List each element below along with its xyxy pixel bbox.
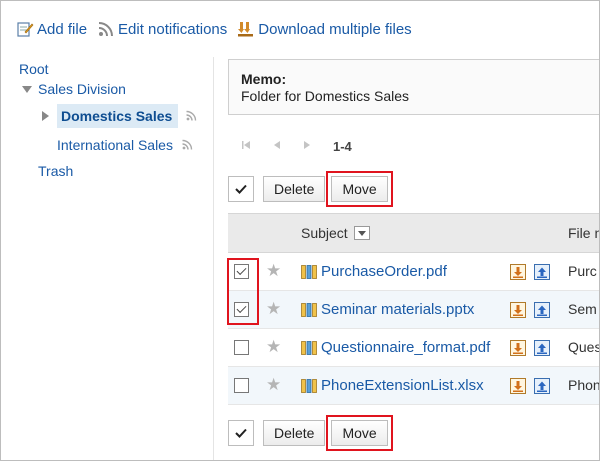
next-page-icon[interactable] — [303, 139, 311, 153]
table-row: ★ Questionnaire_format.pdf Ques — [228, 329, 600, 367]
add-file-icon — [15, 19, 35, 39]
file-icon — [301, 264, 318, 280]
update-upload-icon[interactable] — [534, 378, 550, 394]
add-file-label: Add file — [37, 20, 88, 38]
edit-notifications-link[interactable]: Edit notifications — [96, 19, 227, 39]
previous-page-icon[interactable] — [273, 139, 281, 153]
table-header: Subject File n — [228, 213, 600, 253]
tree-item-trash-label: Trash — [38, 163, 74, 179]
download-multiple-icon — [236, 19, 256, 39]
file-name-snippet: Phon — [568, 377, 600, 393]
checkmark-icon — [235, 428, 247, 438]
file-icon — [301, 302, 318, 318]
star-icon[interactable]: ★ — [266, 299, 281, 319]
update-upload-icon[interactable] — [534, 340, 550, 356]
row-checkbox[interactable] — [234, 378, 249, 393]
column-header-subject-label: Subject — [301, 225, 348, 241]
table-row: ★ PurchaseOrder.pdf Purc — [228, 253, 599, 291]
action-bar-top: Delete Move — [228, 171, 394, 207]
rss-subscription-icon — [181, 139, 193, 151]
star-icon[interactable]: ★ — [266, 375, 281, 395]
expanded-triangle-icon[interactable] — [22, 85, 32, 93]
file-name-snippet: Purc — [568, 263, 597, 279]
select-all-button[interactable] — [228, 176, 254, 202]
row-checkbox[interactable] — [234, 340, 249, 355]
table-row: ★ Seminar materials.pptx Sem — [228, 291, 599, 329]
tree-item-sales-division-label: Sales Division — [38, 81, 126, 97]
file-name-snippet: Ques — [568, 339, 600, 355]
add-file-link[interactable]: Add file — [15, 19, 87, 39]
file-icon — [301, 378, 318, 394]
update-upload-icon[interactable] — [534, 264, 550, 280]
download-multiple-link[interactable]: Download multiple files — [236, 19, 412, 39]
collapsed-triangle-icon[interactable] — [42, 111, 49, 121]
pager: 1-4 — [241, 137, 352, 155]
tree-item-international-sales[interactable]: International Sales — [57, 133, 193, 157]
edit-notifications-label: Edit notifications — [118, 20, 228, 38]
file-management-screen: Add file Edit notifications Download mul… — [0, 0, 600, 461]
sort-dropdown-icon[interactable] — [353, 226, 370, 240]
download-icon[interactable] — [510, 378, 526, 394]
download-icon[interactable] — [510, 302, 526, 318]
table-row: ★ PhoneExtensionList.xlsx Phon — [228, 367, 600, 405]
download-multiple-label: Download multiple files — [258, 20, 412, 38]
rss-notification-icon — [96, 19, 116, 39]
move-button[interactable]: Move — [326, 415, 393, 451]
file-icon — [301, 340, 318, 356]
checkmark-icon — [235, 184, 247, 194]
rss-subscription-icon — [185, 109, 197, 125]
star-icon[interactable]: ★ — [266, 261, 281, 281]
memo-text: Folder for Domestics Sales — [241, 88, 410, 104]
column-header-file: File n — [568, 225, 600, 241]
move-button[interactable]: Move — [326, 171, 393, 207]
delete-button[interactable]: Delete — [263, 176, 326, 202]
download-icon[interactable] — [510, 340, 526, 356]
file-name-link[interactable]: PhoneExtensionList.xlsx — [321, 377, 484, 394]
file-name-link[interactable]: PurchaseOrder.pdf — [321, 263, 447, 280]
select-all-button[interactable] — [228, 420, 254, 446]
tree-item-domestics-sales-label: Domestics Sales — [57, 104, 179, 128]
first-page-icon[interactable] — [241, 139, 251, 153]
action-bar-bottom: Delete Move — [228, 415, 394, 451]
star-icon[interactable]: ★ — [266, 337, 281, 357]
update-upload-icon[interactable] — [534, 302, 550, 318]
file-name-snippet: Sem — [568, 301, 597, 317]
folder-memo: Memo: Folder for Domestics Sales — [228, 59, 599, 115]
tree-item-international-sales-label: International Sales — [57, 137, 173, 153]
page-range: 1-4 — [333, 138, 352, 154]
tree-item-sales-division[interactable]: Sales Division — [22, 77, 126, 101]
file-name-link[interactable]: Questionnaire_format.pdf — [321, 339, 490, 356]
tree-item-trash[interactable]: Trash — [38, 159, 73, 183]
delete-button[interactable]: Delete — [263, 420, 326, 446]
file-name-link[interactable]: Seminar materials.pptx — [321, 301, 474, 318]
toolbar: Add file Edit notifications Download mul… — [15, 18, 421, 40]
tree-item-root-label: Root — [19, 61, 49, 77]
tree-item-domestics-sales[interactable]: Domestics Sales — [42, 104, 179, 128]
memo-title: Memo: — [241, 71, 287, 87]
column-header-subject[interactable]: Subject — [301, 225, 370, 241]
download-icon[interactable] — [510, 264, 526, 280]
checked-rows-highlight — [227, 258, 259, 325]
pane-divider — [213, 57, 214, 460]
